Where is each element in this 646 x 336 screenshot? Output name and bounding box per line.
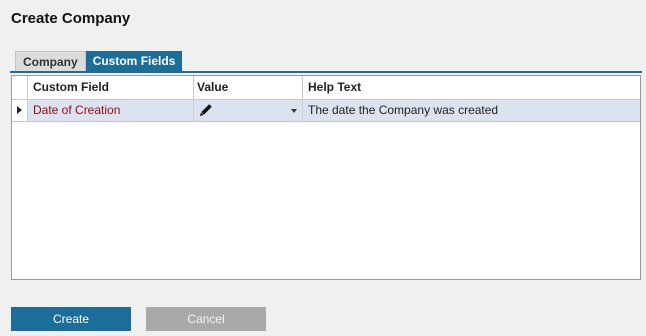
table-row[interactable]: Date of Creation The date the Company wa… — [12, 100, 640, 122]
column-header-custom-field[interactable]: Custom Field — [28, 76, 194, 99]
cancel-button[interactable]: Cancel — [146, 307, 266, 331]
grid-header: Custom Field Value Help Text — [12, 76, 640, 100]
custom-fields-grid[interactable]: Custom Field Value Help Text Date of Cre… — [11, 75, 641, 280]
dropdown-arrow-icon[interactable] — [291, 109, 297, 113]
help-text-cell: The date the Company was created — [308, 103, 499, 117]
column-header-value[interactable]: Value — [194, 76, 303, 99]
custom-field-cell[interactable]: Date of Creation — [28, 100, 194, 121]
value-cell[interactable] — [194, 100, 303, 121]
dialog-title: Create Company — [11, 10, 131, 27]
tab-custom-fields[interactable]: Custom Fields — [85, 51, 183, 72]
tab-underline — [10, 71, 642, 73]
row-indicator — [12, 100, 28, 121]
current-row-arrow-icon — [17, 106, 22, 114]
create-button[interactable]: Create — [11, 307, 131, 331]
row-indicator-header — [12, 76, 28, 99]
pencil-icon[interactable] — [199, 103, 213, 117]
tab-company[interactable]: Company — [15, 51, 86, 71]
tab-bar: Company Custom Fields — [15, 51, 183, 72]
column-header-help-text[interactable]: Help Text — [303, 76, 640, 99]
